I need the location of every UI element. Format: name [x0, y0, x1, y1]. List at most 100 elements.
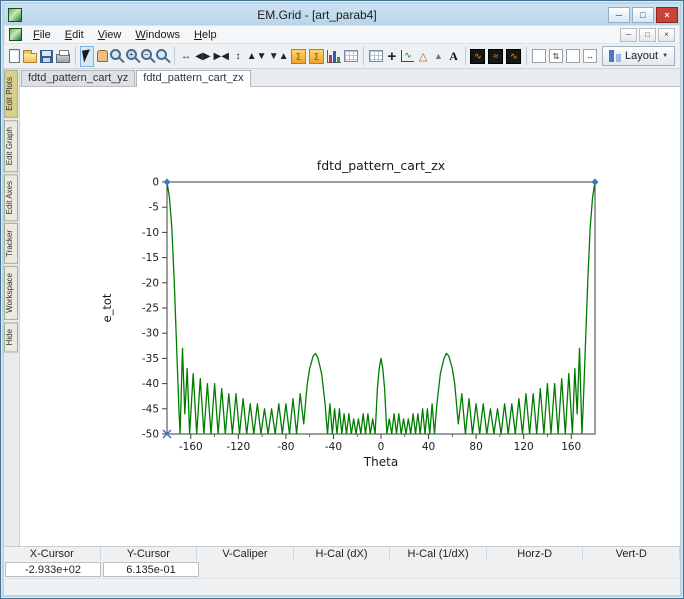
work-area: Edit Plots Edit Graph Edit Axes Tracker Work…: [4, 69, 680, 546]
x-tick-label: -160: [179, 441, 203, 453]
mdi-minimize-button[interactable]: ─: [620, 28, 637, 42]
document-area: fdtd_pattern_cart_yzfdtd_pattern_cart_zx…: [19, 69, 680, 546]
restore-button[interactable]: □: [632, 7, 654, 23]
sidebar-tab-tracker[interactable]: Tracker: [4, 223, 18, 264]
menu-file[interactable]: File: [26, 27, 58, 43]
y-tick-label: -30: [142, 328, 159, 340]
frame-box-icon[interactable]: [531, 46, 547, 67]
status-col-y-cursor: Y-Cursor: [101, 547, 198, 561]
mdi-window-controls: ─□×: [620, 28, 677, 42]
x-tick-label: -80: [277, 441, 294, 453]
close-button[interactable]: ×: [656, 7, 678, 23]
compress-y-axis-icon[interactable]: ▼▲: [268, 46, 289, 67]
status-value-horz-d: [489, 562, 583, 577]
chart[interactable]: fdtd_pattern_cart_zxThetae_tot-160-120-8…: [97, 154, 642, 476]
menu-view[interactable]: View: [91, 27, 129, 43]
toolbar-separator: [526, 47, 527, 65]
toolbar-separator: [174, 47, 175, 65]
layout-icon: [609, 50, 621, 62]
menu-bar: FileEditViewWindowsHelp ─□×: [4, 25, 680, 44]
y-tick-label: -5: [149, 202, 159, 214]
save-file-icon[interactable]: [39, 46, 54, 67]
compress-x-axis-icon[interactable]: ▶◀: [213, 46, 230, 67]
document-tabstrip: fdtd_pattern_cart_yzfdtd_pattern_cart_zx: [20, 69, 680, 87]
doc-tab-fdtd-pattern-cart-yz[interactable]: fdtd_pattern_cart_yz: [21, 70, 135, 86]
status-value-v-caliper: [201, 562, 295, 577]
y-tick-label: -15: [142, 252, 159, 264]
autoscale-y-icon[interactable]: ∑: [308, 46, 325, 67]
x-axis-label: Theta: [363, 455, 398, 469]
pattern-plot-3-icon[interactable]: ∿: [505, 46, 522, 67]
toolbar-separator: [75, 47, 76, 65]
fit-height-icon[interactable]: ⇅: [548, 46, 564, 67]
zoom-window-icon[interactable]: [110, 46, 124, 67]
sidebar-tab-edit-graph[interactable]: Edit Graph: [4, 120, 18, 172]
pattern-plot-1-icon[interactable]: ∿: [469, 46, 486, 67]
open-folder-icon[interactable]: [22, 46, 38, 67]
zoom-reset-icon[interactable]: [156, 46, 170, 67]
crosshair-icon[interactable]: +: [385, 46, 399, 67]
delta-marker-icon[interactable]: △: [416, 46, 430, 67]
pan-hand-icon[interactable]: [95, 46, 109, 67]
fit-width-icon[interactable]: ↔: [582, 46, 598, 67]
x-tick-label: -40: [325, 441, 342, 453]
status-col-h-cal-1-dx: H-Cal (1/dX): [390, 547, 487, 561]
sidebar-tab-workspace[interactable]: Workspace: [4, 266, 18, 320]
sidebar-tab-hide[interactable]: Hide: [4, 322, 18, 352]
dropdown-caret-icon: ▼: [662, 53, 668, 59]
sidebar-tab-edit-axes[interactable]: Edit Axes: [4, 174, 18, 221]
minimize-button[interactable]: ─: [608, 7, 630, 23]
status-col-x-cursor: X-Cursor: [4, 547, 101, 561]
new-document-icon[interactable]: [7, 46, 21, 67]
chart-title: fdtd_pattern_cart_zx: [317, 158, 445, 173]
select-arrow-icon[interactable]: [80, 46, 94, 67]
status-value-vert-d: [585, 562, 679, 577]
status-value-y-cursor: 6.135e-01: [103, 562, 199, 577]
menu-edit[interactable]: Edit: [58, 27, 91, 43]
slope-marker-icon[interactable]: ▲: [431, 46, 445, 67]
menu-windows[interactable]: Windows: [128, 27, 187, 43]
zoom-out-icon[interactable]: −: [141, 46, 155, 67]
x-tick-label: 40: [422, 441, 435, 453]
y-tick-label: 0: [152, 177, 159, 189]
x-tick-label: 80: [469, 441, 482, 453]
toolbar: +−↔◀▶▶◀↕▲▼▼▲∑∑+∿△▲A∿≈∿⇅↔Layout▼: [4, 44, 680, 69]
status-col-v-caliper: V-Caliper: [197, 547, 294, 561]
expand-x-axis-icon[interactable]: ↔: [179, 46, 193, 67]
status-col-horz-d: Horz-D: [487, 547, 584, 561]
x-tick-label: -120: [226, 441, 250, 453]
menu-help[interactable]: Help: [187, 27, 224, 43]
toolbar-separator: [465, 47, 466, 65]
y-tick-label: -45: [142, 403, 159, 415]
document-menu-icon[interactable]: [9, 28, 22, 41]
layout-label: Layout: [625, 50, 658, 62]
app-window: EM.Grid - [art_parab4] ─□× FileEditViewW…: [0, 0, 684, 599]
data-grid-icon[interactable]: [343, 46, 359, 67]
layout-dropdown-button[interactable]: Layout ▼: [602, 46, 675, 66]
frame-box-2-icon[interactable]: [565, 46, 581, 67]
graph-axes-icon[interactable]: ∿: [400, 46, 415, 67]
mdi-close-button[interactable]: ×: [658, 28, 675, 42]
table-view-icon[interactable]: [368, 46, 384, 67]
text-annotation-icon[interactable]: A: [447, 46, 461, 67]
y-tick-label: -25: [142, 303, 159, 315]
histogram-icon[interactable]: [326, 46, 342, 67]
x-tick-label: 120: [514, 441, 534, 453]
zoom-in-icon[interactable]: +: [126, 46, 140, 67]
pattern-plot-2-icon[interactable]: ≈: [487, 46, 504, 67]
status-value-h-cal-dx: [297, 562, 391, 577]
scroll-y-axis-icon[interactable]: ▲▼: [246, 46, 267, 67]
print-icon[interactable]: [55, 46, 71, 67]
sidebar-tab-edit-plots[interactable]: Edit Plots: [4, 70, 18, 118]
doc-tab-fdtd-pattern-cart-zx[interactable]: fdtd_pattern_cart_zx: [136, 70, 250, 87]
scroll-x-axis-icon[interactable]: ◀▶: [194, 46, 211, 67]
expand-y-axis-icon[interactable]: ↕: [231, 46, 245, 67]
window-controls: ─□×: [608, 7, 678, 23]
autoscale-x-icon[interactable]: ∑: [290, 46, 307, 67]
y-tick-label: -20: [142, 277, 159, 289]
sidebar-tabs: Edit Plots Edit Graph Edit Axes Tracker Work…: [4, 69, 19, 546]
toolbar-separator: [363, 47, 364, 65]
plot-area[interactable]: [167, 182, 595, 434]
title-bar[interactable]: EM.Grid - [art_parab4] ─□×: [4, 4, 680, 25]
mdi-restore-button[interactable]: □: [639, 28, 656, 42]
